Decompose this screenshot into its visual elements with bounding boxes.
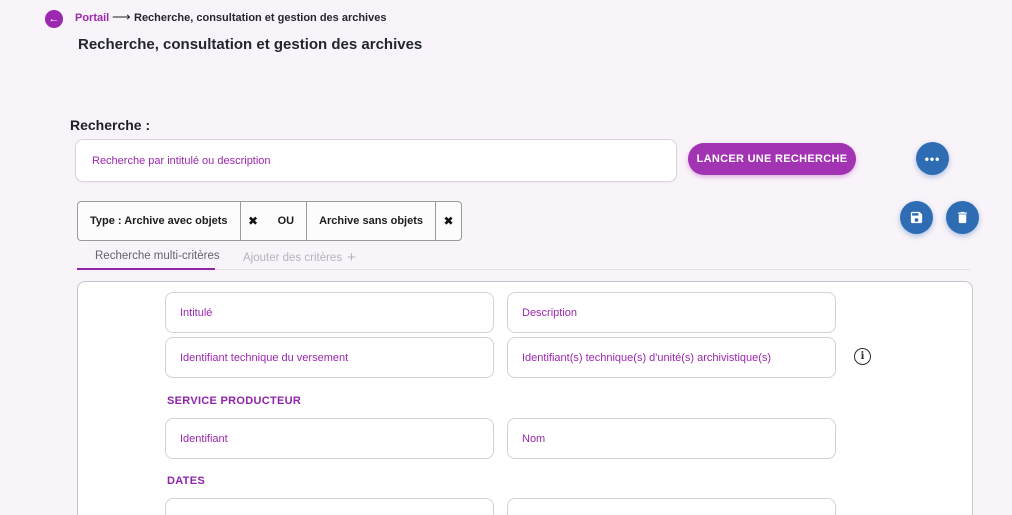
producer-name-field[interactable] [507,418,836,459]
intitule-field[interactable] [165,292,494,333]
search-label: Recherche : [70,117,150,133]
close-icon: ✖ [443,214,453,228]
search-input[interactable] [75,139,677,182]
info-icon[interactable]: i [854,348,871,365]
close-icon: ✖ [248,214,258,228]
breadcrumb-current: Recherche, consultation et gestion des a… [134,12,386,24]
ellipsis-icon: ••• [925,153,941,165]
date-start-field[interactable] [165,498,494,515]
save-icon [909,210,924,225]
description-field[interactable] [507,292,836,333]
remove-second-filter-button[interactable]: ✖ [435,202,461,240]
versement-id-field[interactable] [165,337,494,378]
archives-search-page: ← Portail ⟶ Recherche, consultation et g… [0,0,1012,515]
page-title: Recherche, consultation et gestion des a… [78,36,422,53]
save-search-button[interactable] [900,201,933,234]
tab-add-criteria[interactable]: Ajouter des critères + [243,250,356,265]
filter-chip-second: Archive sans objets [306,202,435,240]
arrow-left-icon: ← [49,14,60,25]
arrow-right-icon: ⟶ [112,9,131,25]
remove-type-filter-button[interactable]: ✖ [240,202,266,240]
filter-chip-type: Type : Archive avec objets [78,202,240,240]
unites-id-field[interactable] [507,337,836,378]
launch-search-button[interactable]: LANCER UNE RECHERCHE [688,143,856,175]
producer-id-field[interactable] [165,418,494,459]
more-options-button[interactable]: ••• [916,142,949,175]
delete-search-button[interactable] [946,201,979,234]
trash-icon [955,210,970,225]
filter-operator: OU [266,202,307,240]
filter-chip-bar: Type : Archive avec objets ✖ OU Archive … [77,201,462,241]
back-button[interactable]: ← [45,10,63,28]
date-end-field[interactable] [507,498,836,515]
tab-add-criteria-label: Ajouter des critères [243,252,342,264]
section-producer-title: SERVICE PRODUCTEUR [167,395,301,407]
tab-multi-criteria[interactable]: Recherche multi-critères [95,250,220,262]
breadcrumb-portal-link[interactable]: Portail [75,12,109,24]
active-tab-underline [77,268,215,270]
plus-icon: + [347,250,356,265]
section-dates-title: DATES [167,475,205,487]
